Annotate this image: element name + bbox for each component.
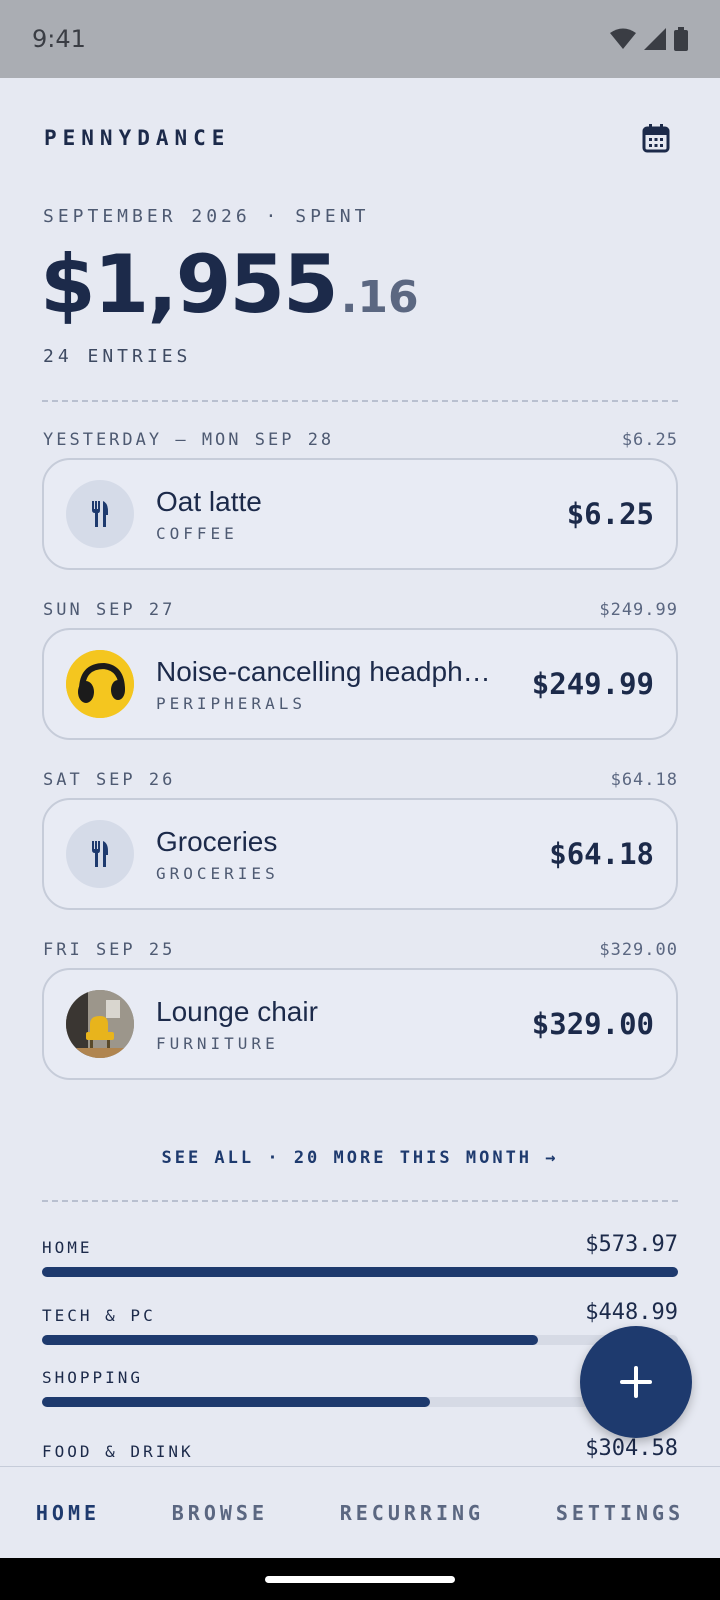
nav-settings[interactable]: SETTINGS [556, 1501, 684, 1525]
calendar-icon [642, 124, 670, 153]
transaction-title: Groceries [156, 825, 278, 857]
day-header: SAT SEP 26 $64.18 [43, 770, 678, 790]
transaction-category: FURNITURE [156, 1033, 279, 1053]
divider [42, 1200, 678, 1202]
transaction-category: PERIPHERALS [156, 693, 306, 713]
total-spent-dollars: $1,955 [40, 238, 339, 331]
headphones-icon [66, 650, 134, 718]
day-label: YESTERDAY — MON SEP 28 [43, 430, 335, 450]
day-header: YESTERDAY — MON SEP 28 $6.25 [43, 430, 678, 450]
month-label: SEPTEMBER 2026 · SPENT [43, 206, 370, 227]
category-bar [42, 1267, 678, 1277]
category-name: TECH & PC [42, 1306, 156, 1325]
category-avatar [66, 820, 134, 888]
nav-recurring[interactable]: RECURRING [340, 1501, 484, 1525]
battery-icon [674, 27, 688, 51]
day-label: SAT SEP 26 [43, 770, 176, 790]
category-amount: $304.58 [585, 1436, 678, 1461]
day-header: FRI SEP 25 $329.00 [43, 940, 678, 960]
transaction-card[interactable]: Noise-cancelling headphones PERIPHERALS … [42, 628, 678, 740]
chair-photo [66, 990, 134, 1058]
total-spent-cents: .16 [340, 272, 419, 323]
transaction-amount: $6.25 [566, 497, 654, 531]
app-header: PENNYDANCE [44, 118, 676, 158]
nav-browse[interactable]: BROWSE [172, 1501, 268, 1525]
headphones-photo [66, 650, 134, 718]
status-bar: 9:41 [0, 0, 720, 78]
day-label: FRI SEP 25 [43, 940, 176, 960]
transaction-title: Noise-cancelling headphones [156, 655, 496, 687]
day-label: SUN SEP 27 [43, 600, 176, 620]
transaction-title: Oat latte [156, 485, 262, 517]
category-bar-fill [42, 1335, 539, 1345]
transaction-category: COFFEE [156, 523, 238, 543]
category-bar [42, 1335, 678, 1345]
bottom-nav: HOME BROWSE RECURRING SETTINGS [0, 1466, 720, 1558]
system-nav-bar [0, 1558, 720, 1600]
category-name: SHOPPING [42, 1368, 144, 1387]
transaction-category: GROCERIES [156, 863, 279, 883]
category-name: FOOD & DRINK [42, 1442, 194, 1461]
see-all-link[interactable]: SEE ALL · 20 MORE THIS MONTH → [0, 1148, 720, 1168]
transaction-card[interactable]: Oat latte COFFEE $6.25 [42, 458, 678, 570]
category-bar-fill [42, 1267, 678, 1277]
signal-icon [644, 28, 666, 50]
divider [42, 400, 678, 402]
plus-icon [620, 1366, 652, 1398]
category-row[interactable]: HOME $573.97 [42, 1232, 678, 1277]
transaction-amount: $64.18 [549, 837, 654, 871]
entries-count: 24 ENTRIES [43, 346, 192, 367]
transaction-card[interactable]: Lounge chair FURNITURE $329.00 [42, 968, 678, 1080]
transaction-amount: $329.00 [531, 1007, 654, 1041]
wifi-icon [610, 28, 636, 49]
category-bar-fill [42, 1397, 430, 1407]
transaction-card[interactable]: Groceries GROCERIES $64.18 [42, 798, 678, 910]
category-row[interactable]: FOOD & DRINK $304.58 [42, 1436, 678, 1461]
category-avatar [66, 480, 134, 548]
transaction-title: Lounge chair [156, 995, 318, 1027]
category-name: HOME [42, 1238, 93, 1257]
category-amount: $573.97 [585, 1232, 678, 1257]
home-gesture-pill[interactable] [265, 1575, 455, 1583]
total-spent: $1,955 .16 [40, 238, 419, 331]
utensils-icon [92, 841, 108, 867]
nav-home[interactable]: HOME [36, 1501, 100, 1525]
day-header: SUN SEP 27 $249.99 [43, 600, 678, 620]
transaction-amount: $249.99 [531, 667, 654, 701]
app-title: PENNYDANCE [44, 126, 231, 150]
chair-icon [66, 990, 134, 1058]
status-icons [610, 27, 688, 51]
day-total: $249.99 [599, 600, 678, 620]
day-total: $64.18 [610, 770, 678, 790]
add-expense-button[interactable] [580, 1326, 692, 1438]
calendar-button[interactable] [636, 118, 676, 158]
status-time: 9:41 [32, 25, 86, 53]
day-total: $6.25 [621, 430, 678, 450]
category-amount: $448.99 [585, 1300, 678, 1325]
utensils-icon [92, 501, 108, 527]
day-total: $329.00 [599, 940, 678, 960]
category-row[interactable]: TECH & PC $448.99 [42, 1300, 678, 1345]
